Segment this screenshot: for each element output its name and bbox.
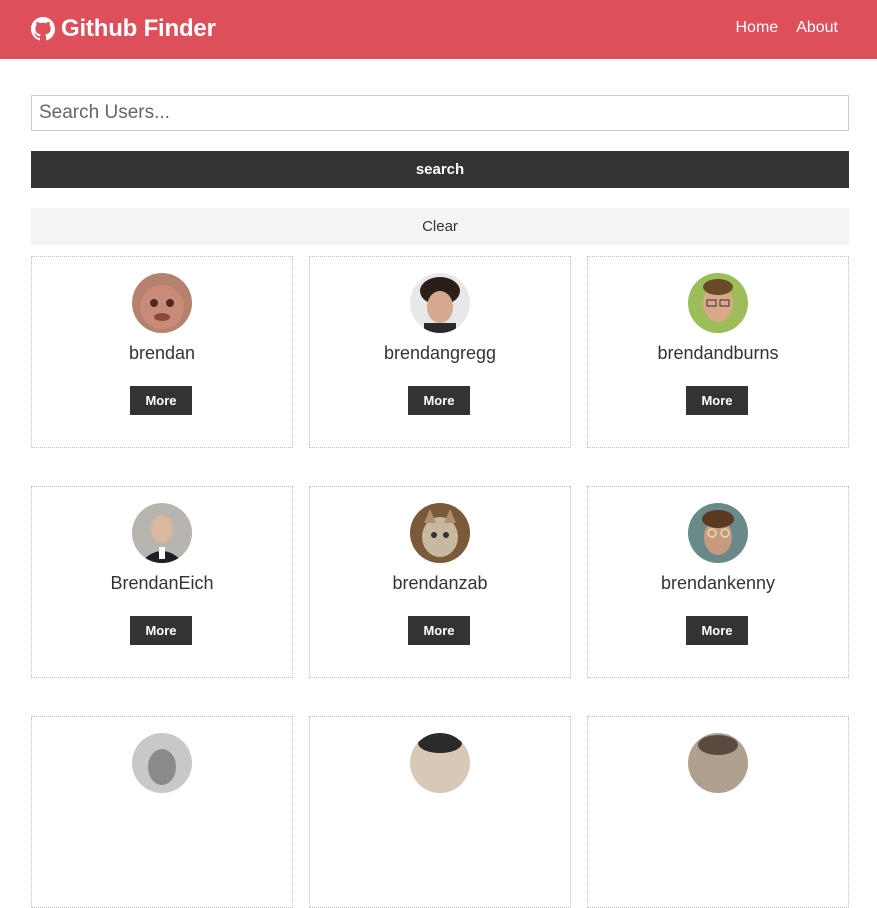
avatar [688, 503, 748, 563]
username: brendangregg [383, 343, 497, 363]
username: brendandburns [657, 343, 779, 363]
more-button[interactable]: More [408, 386, 470, 415]
avatar [688, 273, 748, 333]
navbar: Github Finder Home About [0, 0, 877, 59]
user-card: brendankenny More [587, 486, 849, 678]
avatar [410, 733, 470, 793]
search-input[interactable] [31, 95, 849, 131]
search-button[interactable]: search [31, 151, 849, 188]
user-card: brendanzab More [309, 486, 571, 678]
more-button[interactable]: More [130, 386, 192, 415]
nav-links: Home About [718, 19, 839, 37]
user-card [31, 716, 293, 908]
user-card [309, 716, 571, 908]
username: brendankenny [660, 573, 776, 593]
more-button[interactable]: More [686, 616, 748, 645]
user-card: BrendanEich More [31, 486, 293, 678]
nav-link-home[interactable]: Home [736, 19, 779, 37]
avatar [688, 733, 748, 793]
user-card [587, 716, 849, 908]
brand[interactable]: Github Finder [31, 14, 216, 44]
github-icon [31, 17, 55, 41]
more-button[interactable]: More [686, 386, 748, 415]
clear-button[interactable]: Clear [31, 208, 849, 245]
user-grid: brendan More brendangregg More brendandb… [31, 256, 849, 908]
user-card: brendandburns More [587, 256, 849, 448]
avatar [410, 503, 470, 563]
user-card: brendangregg More [309, 256, 571, 448]
brand-title: Github Finder [61, 15, 216, 42]
user-card: brendan More [31, 256, 293, 448]
avatar [132, 273, 192, 333]
avatar [132, 503, 192, 563]
username: brendan [128, 343, 196, 363]
username: brendanzab [392, 573, 488, 593]
nav-link-about[interactable]: About [796, 19, 838, 37]
username: BrendanEich [110, 573, 214, 593]
avatar [132, 733, 192, 793]
avatar [410, 273, 470, 333]
more-button[interactable]: More [130, 616, 192, 645]
more-button[interactable]: More [408, 616, 470, 645]
